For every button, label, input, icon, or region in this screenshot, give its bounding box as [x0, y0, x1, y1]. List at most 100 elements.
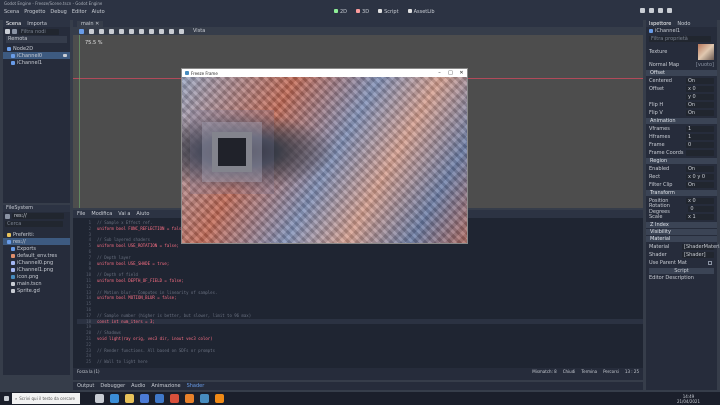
property-value[interactable]: [Shader]	[682, 252, 714, 258]
maximize-button[interactable]: □	[445, 70, 456, 76]
tree-node-root[interactable]: Node2D	[3, 45, 70, 52]
minimize-button[interactable]: –	[434, 70, 445, 76]
property-value[interactable]: x 1	[686, 214, 714, 220]
script-menu-help[interactable]: Aiuto	[136, 211, 149, 217]
script-menu-file[interactable]: File	[77, 211, 85, 217]
move-tool-icon[interactable]	[89, 28, 94, 34]
pan-tool-icon[interactable]	[139, 28, 144, 34]
inspector-section-header[interactable]: Animation	[646, 118, 717, 124]
tab-shader[interactable]: Shader	[187, 383, 205, 389]
script-menu-edit[interactable]: Modifica	[91, 211, 112, 217]
inspector-section-header[interactable]: Z Index	[646, 222, 717, 228]
script-button[interactable]: Script	[649, 268, 714, 274]
property-value[interactable]: 0	[686, 142, 714, 148]
tab-main-scene[interactable]: main ✕	[77, 20, 104, 27]
property-value[interactable]: x 0	[686, 86, 714, 92]
property-value[interactable]: On	[686, 166, 714, 172]
workspace-3d[interactable]: 3D	[356, 9, 369, 15]
tab-debugger[interactable]: Debugger	[100, 383, 125, 389]
taskbar-search[interactable]: ⌕ Scrivi qui il testo da cercare	[12, 393, 80, 404]
game-render[interactable]	[182, 77, 467, 243]
explorer-icon[interactable]	[125, 394, 134, 403]
inspector-filter-input[interactable]: Filtra proprietà	[649, 36, 711, 42]
status-paths[interactable]: Percorsi	[603, 369, 619, 374]
property-value[interactable]: y 0	[686, 94, 714, 100]
inspector-section-header[interactable]: Transform	[646, 190, 717, 196]
inspector-section-header[interactable]: Region	[646, 158, 717, 164]
workspace-script[interactable]: Script	[378, 9, 399, 15]
add-node-icon[interactable]	[5, 29, 10, 34]
menu-debug[interactable]: Debug	[50, 9, 66, 15]
inspector-section-header[interactable]: Visibility	[646, 229, 717, 235]
tab-node[interactable]: Nodo	[677, 21, 690, 27]
store-icon[interactable]	[140, 394, 149, 403]
property-value[interactable]: On	[686, 110, 714, 116]
visibility-icon[interactable]	[63, 54, 67, 57]
file-item-ichannel1[interactable]: iChannel1.png	[3, 266, 70, 273]
file-item-icon[interactable]: icon.png	[3, 273, 70, 280]
edge-icon[interactable]	[110, 394, 119, 403]
chrome-icon[interactable]	[170, 394, 179, 403]
inspector-section-header[interactable]: Material	[646, 236, 717, 242]
tree-node-ichannel0[interactable]: iChannel0	[3, 52, 70, 59]
property-value[interactable]: x 0 y 0	[686, 174, 714, 180]
rotate-tool-icon[interactable]	[99, 28, 104, 34]
filesystem-search-input[interactable]: Cerca	[5, 221, 63, 227]
normal-map-value[interactable]: [vuoto]	[696, 62, 714, 68]
godot-taskbar-icon[interactable]	[200, 394, 209, 403]
property-value[interactable]: 0	[688, 206, 714, 212]
lock-icon[interactable]	[169, 28, 174, 34]
play-scene-icon[interactable]	[667, 8, 672, 13]
tab-audio[interactable]: Audio	[131, 383, 145, 389]
property-value[interactable]: x 0	[686, 198, 714, 204]
path-field[interactable]: res://	[12, 213, 64, 219]
tab-output[interactable]: Output	[77, 383, 94, 389]
inspector-section-header[interactable]: Offset	[646, 70, 717, 76]
status-close[interactable]: Chiudi	[563, 369, 576, 374]
property-value[interactable]: On	[686, 182, 714, 188]
stop-icon[interactable]	[658, 8, 663, 13]
task-view-icon[interactable]	[95, 394, 104, 403]
snap-icon[interactable]	[159, 28, 164, 34]
view-menu[interactable]: Vista	[193, 28, 205, 34]
property-value[interactable]: On	[686, 78, 714, 84]
file-item-env[interactable]: default_env.tres	[3, 252, 70, 259]
pause-icon[interactable]	[649, 8, 654, 13]
use-parent-checkbox[interactable]	[708, 261, 712, 265]
file-item-exports[interactable]: Exports	[3, 245, 70, 252]
menu-help[interactable]: Aiuto	[92, 9, 105, 15]
mail-icon[interactable]	[155, 394, 164, 403]
tab-import[interactable]: Importa	[27, 21, 47, 27]
tab-inspector[interactable]: Ispettore	[649, 21, 671, 27]
ruler-tool-icon[interactable]	[149, 28, 154, 34]
tree-node-ichannel1[interactable]: iChannel1	[3, 59, 70, 66]
vlc-icon[interactable]	[215, 394, 224, 403]
file-item-script[interactable]: Sprite.gd	[3, 287, 70, 294]
group-icon[interactable]	[179, 28, 184, 34]
play-icon[interactable]	[640, 8, 645, 13]
scene-filter-input[interactable]: Filtra nodi	[19, 28, 59, 35]
property-value[interactable]: 1	[686, 134, 714, 140]
property-value[interactable]: [ShaderMaterial]	[682, 244, 720, 250]
list-tool-icon[interactable]	[119, 28, 124, 34]
file-item-root[interactable]: res://	[3, 238, 70, 245]
firefox-icon[interactable]	[185, 394, 194, 403]
remote-toggle[interactable]: Remota	[6, 36, 67, 43]
script-menu-goto[interactable]: Vai a	[118, 211, 130, 217]
link-icon[interactable]	[12, 29, 17, 34]
menu-scene[interactable]: Scena	[4, 9, 19, 15]
back-icon[interactable]	[5, 213, 10, 219]
texture-preview[interactable]	[698, 44, 714, 60]
file-item-main[interactable]: main.tscn	[3, 280, 70, 287]
tray-clock[interactable]: 14:49 21/04/2021	[677, 394, 700, 404]
property-value[interactable]: On	[686, 102, 714, 108]
select-tool-icon[interactable]	[79, 28, 84, 34]
property-value[interactable]	[686, 150, 714, 156]
workspace-2d[interactable]: 2D	[334, 9, 347, 15]
menu-editor[interactable]: Editor	[72, 9, 87, 15]
workspace-assetlib[interactable]: AssetLib	[407, 9, 435, 15]
pivot-tool-icon[interactable]	[129, 28, 134, 34]
tab-animation[interactable]: Animazione	[151, 383, 180, 389]
close-button[interactable]: ✕	[456, 70, 467, 76]
scale-tool-icon[interactable]	[109, 28, 114, 34]
